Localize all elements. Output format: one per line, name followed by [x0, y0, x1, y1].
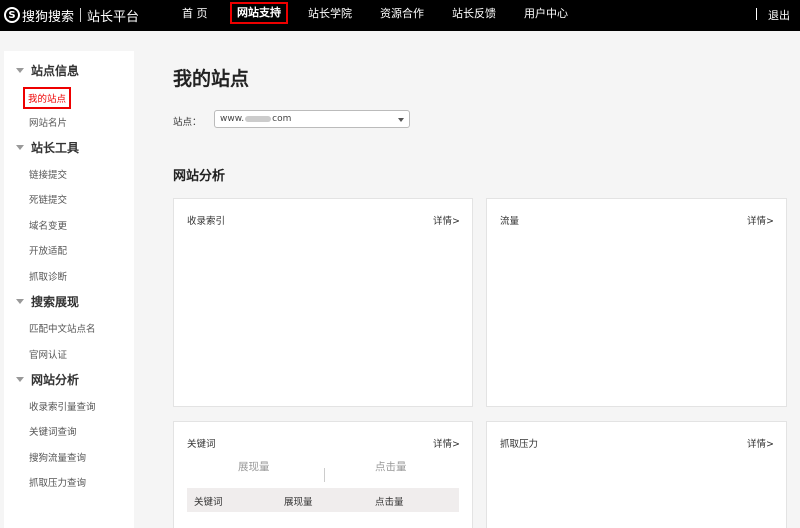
- main-content: 我的站点 站点： www. com 网站分析 收录索引 详情> 流量 详情> 关键…: [144, 31, 800, 528]
- card-details-link[interactable]: 详情>: [747, 213, 774, 227]
- logo-product: 站长平台: [87, 9, 140, 25]
- sogou-logo-icon: S: [4, 7, 20, 23]
- page-title: 我的站点: [173, 68, 250, 90]
- nav-webmaster-academy[interactable]: 站长学院: [308, 7, 352, 21]
- logout-link[interactable]: 退出: [768, 7, 790, 23]
- site-label: 站点：: [173, 117, 202, 128]
- card-details-link[interactable]: 详情>: [433, 213, 460, 227]
- sidebar-group-label: 网站分析: [31, 373, 80, 387]
- section-title: 网站分析: [173, 169, 226, 184]
- sidebar-group-search-display[interactable]: 搜索展现: [16, 293, 79, 310]
- sidebar-group-label: 站点信息: [31, 64, 80, 78]
- sidebar-item-my-sites[interactable]: 我的站点: [23, 87, 72, 109]
- nav-user-center[interactable]: 用户中心: [524, 7, 568, 21]
- card-details-link[interactable]: 详情>: [747, 436, 774, 450]
- sidebar-item-index-query[interactable]: 收录索引量查询: [29, 399, 96, 413]
- sidebar-item-match-chinese-site-name[interactable]: 匹配中文站点名: [29, 321, 96, 335]
- collapse-triangle-icon: [16, 145, 24, 150]
- site-select[interactable]: www. com: [214, 110, 410, 128]
- sidebar-item-crawl-diagnosis[interactable]: 抓取诊断: [29, 269, 67, 283]
- column-header-keyword: 关键词: [194, 497, 223, 508]
- logo-divider: [80, 8, 82, 22]
- sidebar-item-dead-link-submit[interactable]: 死链提交: [29, 192, 67, 206]
- sidebar-group-site-info[interactable]: 站点信息: [16, 62, 79, 79]
- nav-webmaster-feedback[interactable]: 站长反馈: [452, 7, 496, 21]
- nav-resource-cooperation[interactable]: 资源合作: [380, 7, 424, 21]
- nav-site-support[interactable]: 网站支持: [230, 2, 288, 24]
- collapse-triangle-icon: [16, 377, 24, 382]
- nav-divider: [756, 8, 757, 20]
- card-crawl-pressure: 抓取压力 详情>: [486, 421, 787, 528]
- collapse-triangle-icon: [16, 299, 24, 304]
- sidebar-item-domain-change[interactable]: 域名变更: [29, 218, 67, 232]
- metric-clicks: 点击量: [375, 461, 407, 473]
- sidebar-item-crawl-pressure-query[interactable]: 抓取压力查询: [29, 475, 86, 489]
- logo-brand: 搜狗搜索: [22, 9, 75, 25]
- sidebar-item-open-adaptation[interactable]: 开放适配: [29, 243, 67, 257]
- card-details-link[interactable]: 详情>: [433, 436, 460, 450]
- card-traffic: 流量 详情>: [486, 198, 787, 407]
- sidebar-group-label: 站长工具: [31, 141, 80, 155]
- card-title: 抓取压力: [500, 439, 539, 450]
- sidebar-group-site-analysis[interactable]: 网站分析: [16, 371, 79, 388]
- sidebar-item-traffic-query[interactable]: 搜狗流量查询: [29, 450, 86, 464]
- sidebar-item-keyword-query[interactable]: 关键词查询: [29, 424, 77, 438]
- logo[interactable]: S 搜狗搜索 站长平台: [4, 5, 139, 25]
- card-index: 收录索引 详情>: [173, 198, 473, 407]
- site-value-prefix: www.: [220, 114, 245, 124]
- metric-divider: [324, 468, 325, 482]
- column-header-impressions: 展现量: [284, 497, 313, 508]
- sidebar-group-label: 搜索展现: [31, 295, 80, 309]
- card-title: 收录索引: [187, 216, 226, 227]
- top-navigation-bar: S 搜狗搜索 站长平台 首 页 网站支持 站长学院 资源合作 站长反馈 用户中心…: [0, 0, 800, 31]
- sidebar-group-webmaster-tools[interactable]: 站长工具: [16, 139, 79, 156]
- collapse-triangle-icon: [16, 68, 24, 73]
- metric-impressions: 展现量: [238, 461, 270, 473]
- card-title: 关键词: [187, 439, 216, 450]
- sidebar-item-link-submit[interactable]: 链接提交: [29, 167, 67, 181]
- nav-home[interactable]: 首 页: [182, 7, 208, 21]
- sidebar-item-official-site-verify[interactable]: 官网认证: [29, 347, 67, 361]
- card-title: 流量: [500, 216, 520, 227]
- sidebar: 站点信息 我的站点 网站名片 站长工具 链接提交 死链提交 域名变更 开放适配 …: [4, 51, 134, 528]
- site-value-suffix: com: [272, 114, 292, 124]
- redacted-domain: [245, 115, 272, 122]
- sidebar-item-site-card[interactable]: 网站名片: [29, 115, 67, 129]
- keyword-table-header: 关键词 展现量 点击量: [187, 488, 459, 512]
- column-header-clicks: 点击量: [375, 497, 404, 508]
- chevron-down-icon: [398, 118, 404, 122]
